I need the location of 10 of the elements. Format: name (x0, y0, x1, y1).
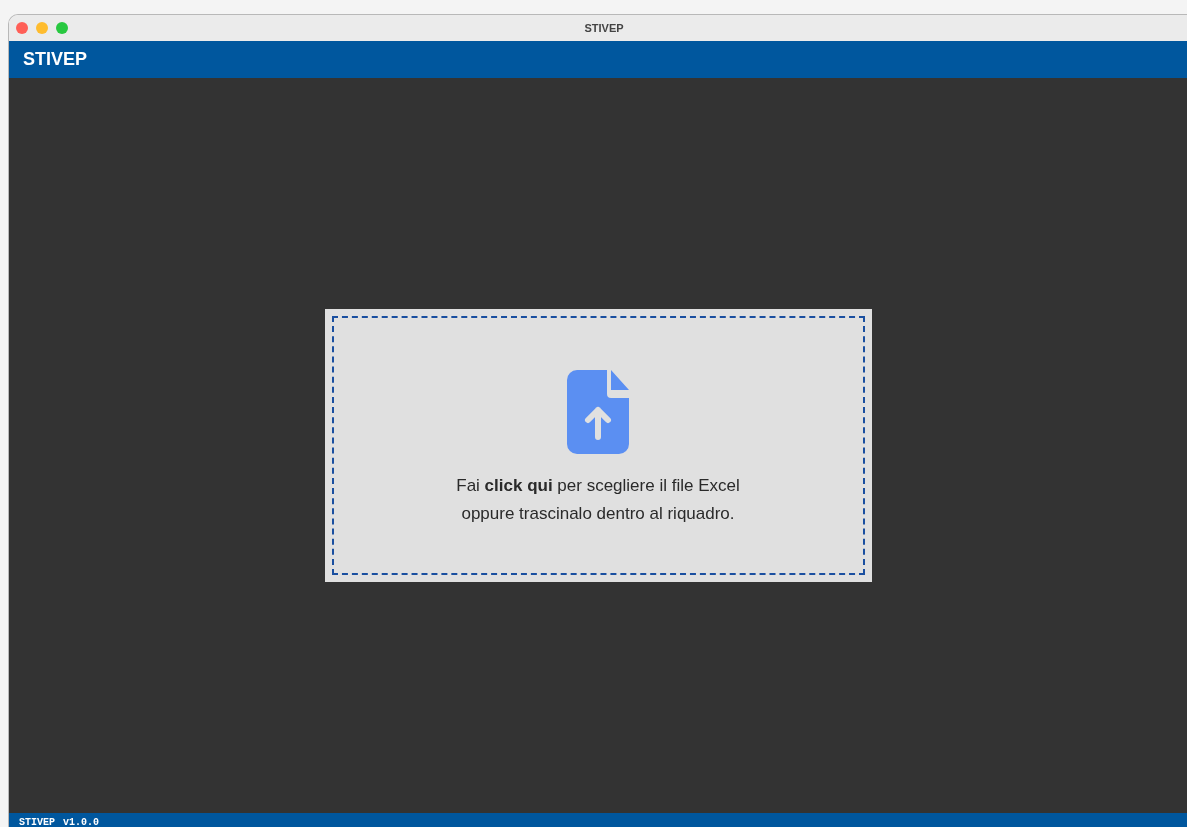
app-version: v1.0.0 (63, 818, 100, 827)
minimize-button[interactable] (36, 22, 48, 34)
close-button[interactable] (16, 22, 28, 34)
app-title: STIVEP (23, 49, 88, 70)
window-title: STIVEP (583, 22, 625, 34)
file-drop-zone[interactable]: Fai click qui per scegliere il file Excel oppure trascinalo dentro al riquadro. (324, 309, 872, 582)
upload-instructions: Fai click qui per scegliere il file Excel oppure trascinalo dentro al riquadro. (455, 474, 741, 525)
file-upload-icon (567, 369, 629, 454)
zoom-button[interactable] (56, 22, 68, 34)
app-name: STIVEP (19, 818, 55, 827)
